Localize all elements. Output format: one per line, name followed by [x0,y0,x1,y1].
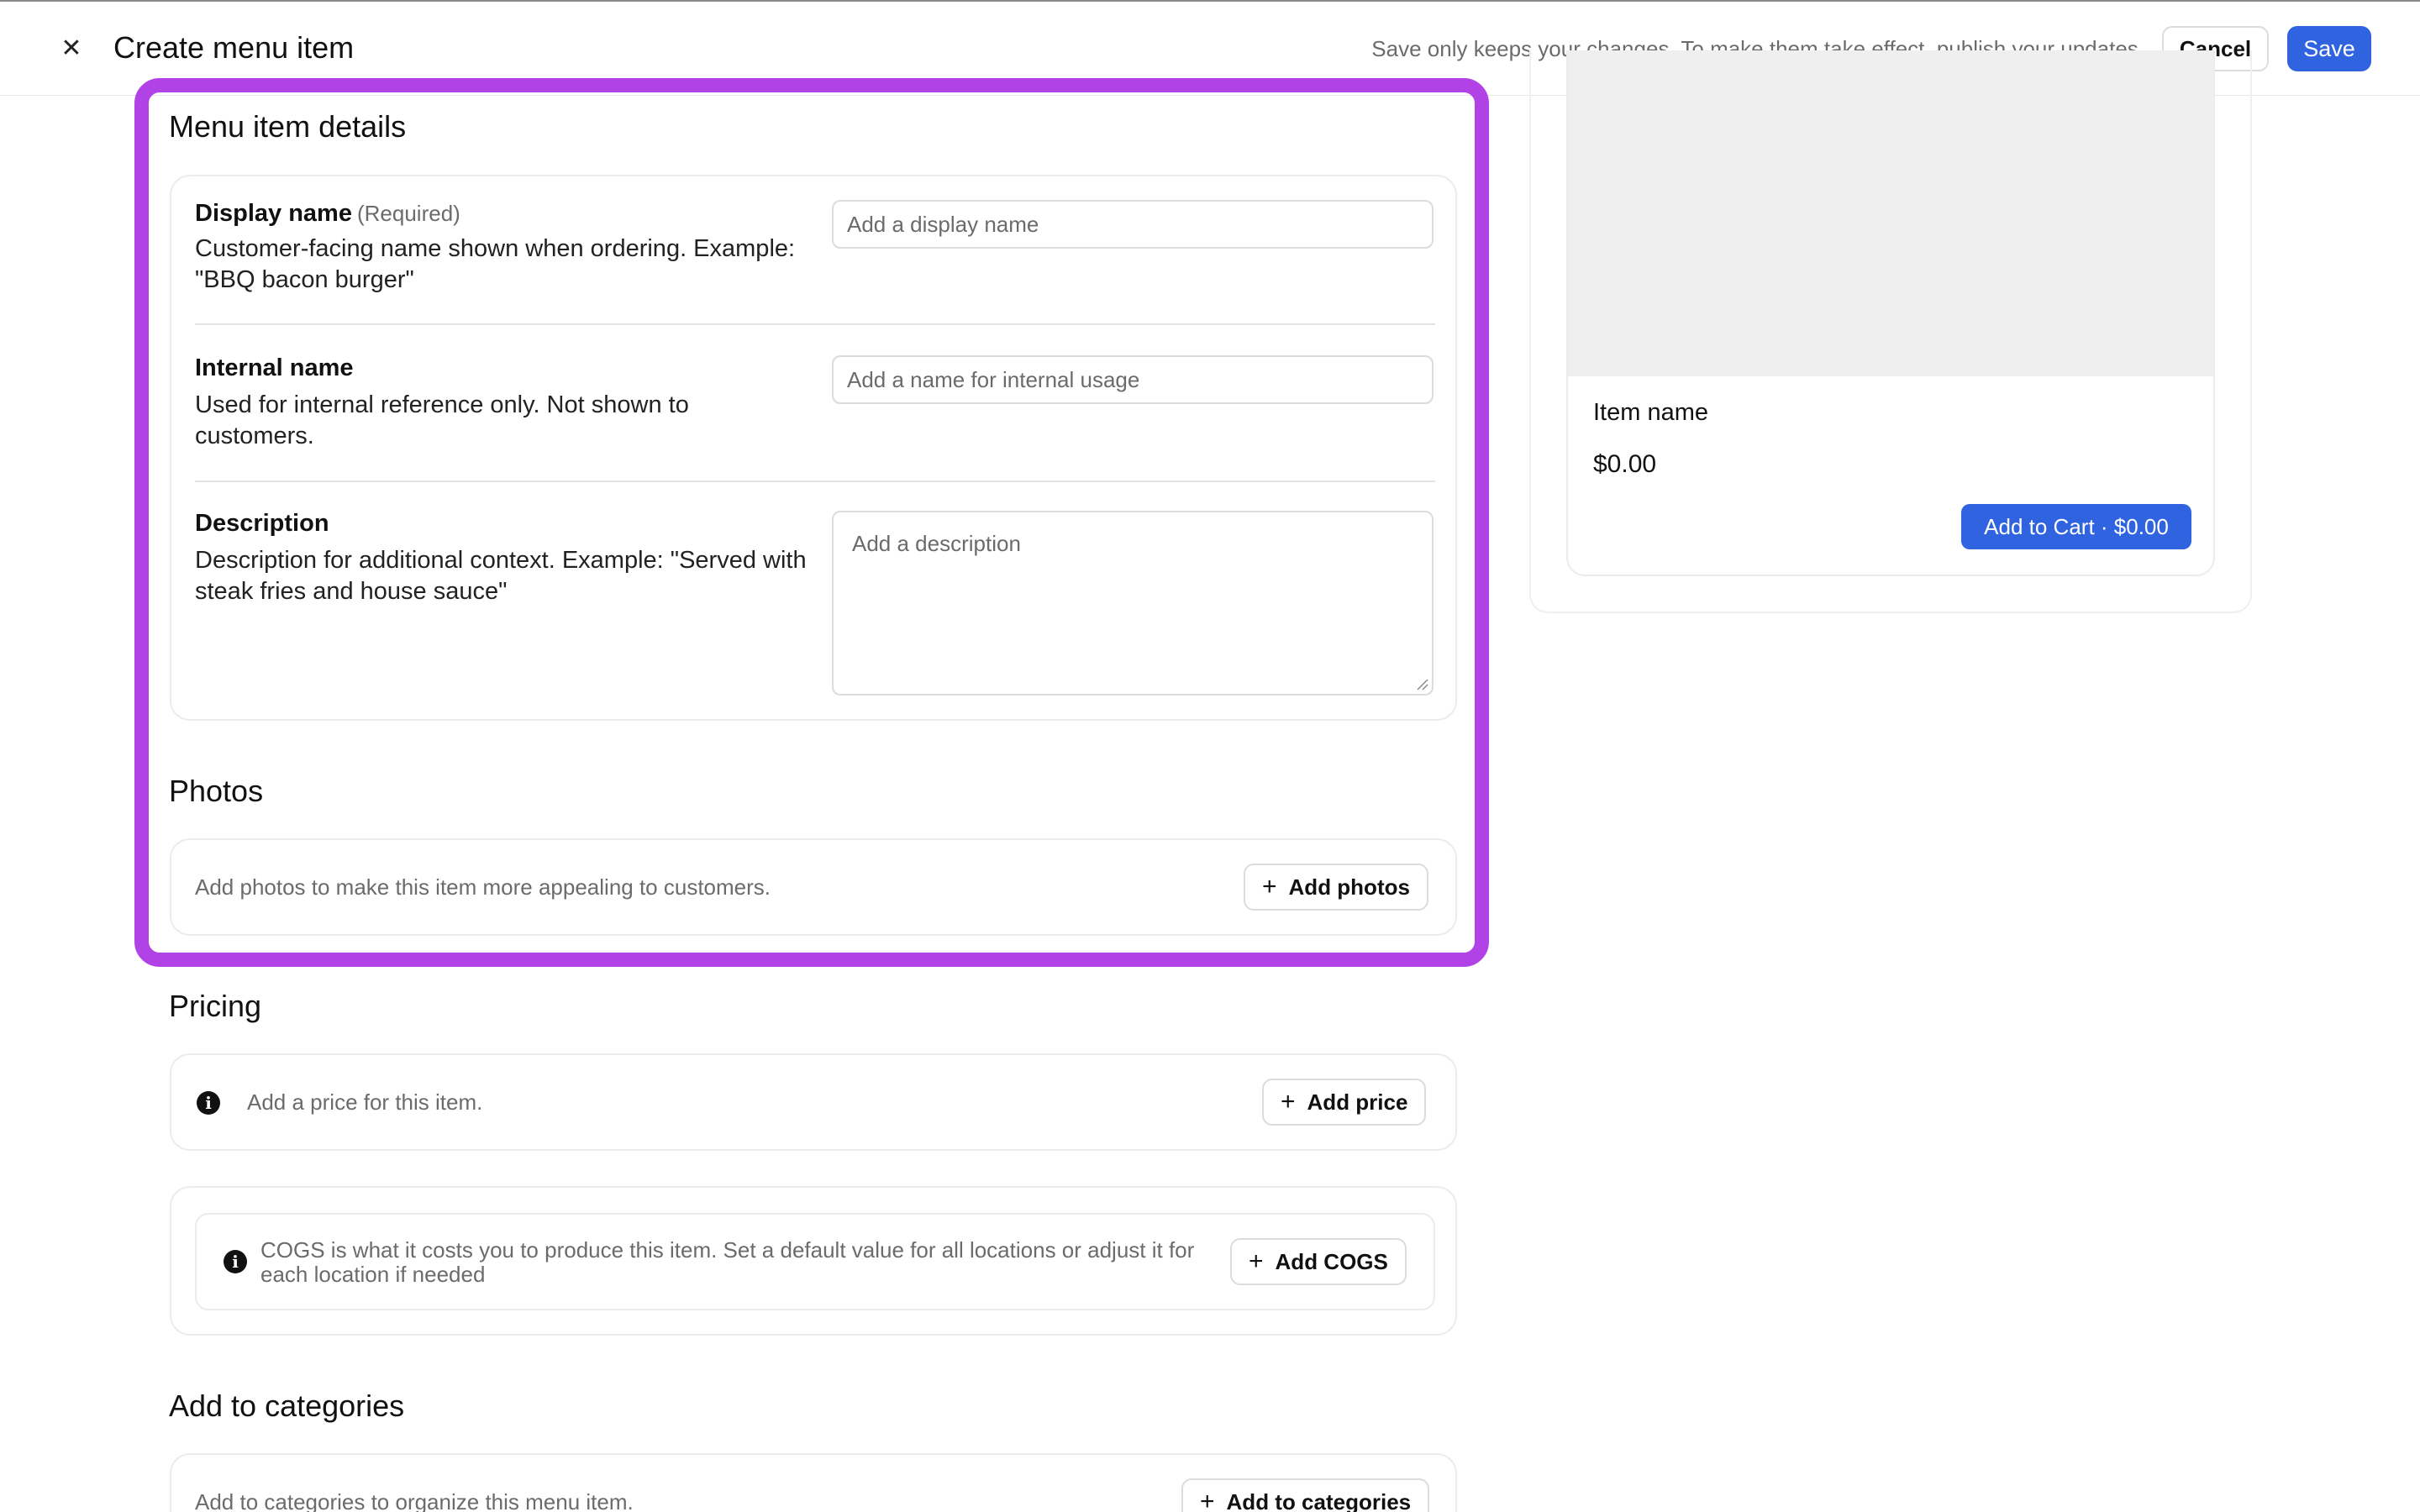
categories-section-title: Add to categories [169,1389,405,1423]
add-to-categories-button[interactable]: + Add to categories [1181,1478,1430,1512]
preview-card: Item name $0.00 Add to Cart · $0.00 [1566,50,2215,576]
price-card: i Add a price for this item. + Add price [170,1053,1457,1151]
description-label: Description [195,510,329,537]
photos-section-title: Photos [169,774,264,808]
required-tag: (Required) [356,201,460,226]
add-photos-button[interactable]: + Add photos [1244,864,1428,911]
cogs-inner-card: i COGS is what it costs you to produce t… [195,1213,1435,1310]
save-button[interactable]: Save [2287,26,2371,71]
info-icon: i [197,1091,220,1115]
info-icon: i [224,1250,247,1273]
cogs-card: i COGS is what it costs you to produce t… [170,1186,1457,1336]
categories-hint: Add to categories to organize this menu … [195,1489,634,1512]
add-price-label: Add price [1307,1089,1408,1115]
description-textarea[interactable]: Add a description [832,511,1434,696]
plus-icon: + [1200,1488,1215,1512]
add-to-cart-button[interactable]: Add to Cart · $0.00 [1961,504,2191,549]
photos-card: Add photos to make this item more appeal… [170,838,1457,936]
add-to-categories-label: Add to categories [1226,1488,1412,1512]
price-hint: Add a price for this item. [247,1089,483,1115]
plus-icon: + [1262,873,1277,900]
add-price-button[interactable]: + Add price [1262,1079,1427,1126]
cogs-description: COGS is what it costs you to produce thi… [260,1237,1195,1287]
add-photos-label: Add photos [1288,874,1410,900]
preview-item-price: $0.00 [1593,450,1657,478]
photos-hint: Add photos to make this item more appeal… [195,874,771,900]
description-placeholder: Add a description [852,531,1021,556]
add-cogs-button[interactable]: + Add COGS [1230,1238,1407,1285]
plus-icon: + [1281,1088,1296,1116]
display-name-label: Display name (Required) [195,200,460,228]
details-section-title: Menu item details [169,109,407,144]
details-card: Display name (Required) Customer-facing n… [170,175,1457,721]
description-help: Description for additional context. Exam… [195,547,807,605]
internal-name-label: Internal name [195,354,354,381]
pricing-section-title: Pricing [169,989,262,1023]
display-name-input[interactable]: Add a display name [832,200,1434,249]
internal-name-help: Used for internal reference only. Not sh… [195,391,689,449]
resize-handle-icon[interactable] [1415,677,1428,690]
page-title: Create menu item [113,30,355,65]
display-name-help: Customer-facing name shown when ordering… [195,235,796,293]
close-icon[interactable]: ✕ [57,34,86,62]
divider [195,323,1435,325]
preview-item-name: Item name [1593,399,1708,426]
add-cogs-label: Add COGS [1275,1248,1388,1274]
preview-image-placeholder [1568,50,2213,376]
categories-card: Add to categories to organize this menu … [170,1453,1457,1512]
plus-icon: + [1249,1247,1264,1275]
divider [195,480,1435,482]
display-name-label-text: Display name [195,200,352,227]
page: ✕ Create menu item Save only keeps your … [0,0,2420,1512]
internal-name-input[interactable]: Add a name for internal usage [832,355,1434,404]
